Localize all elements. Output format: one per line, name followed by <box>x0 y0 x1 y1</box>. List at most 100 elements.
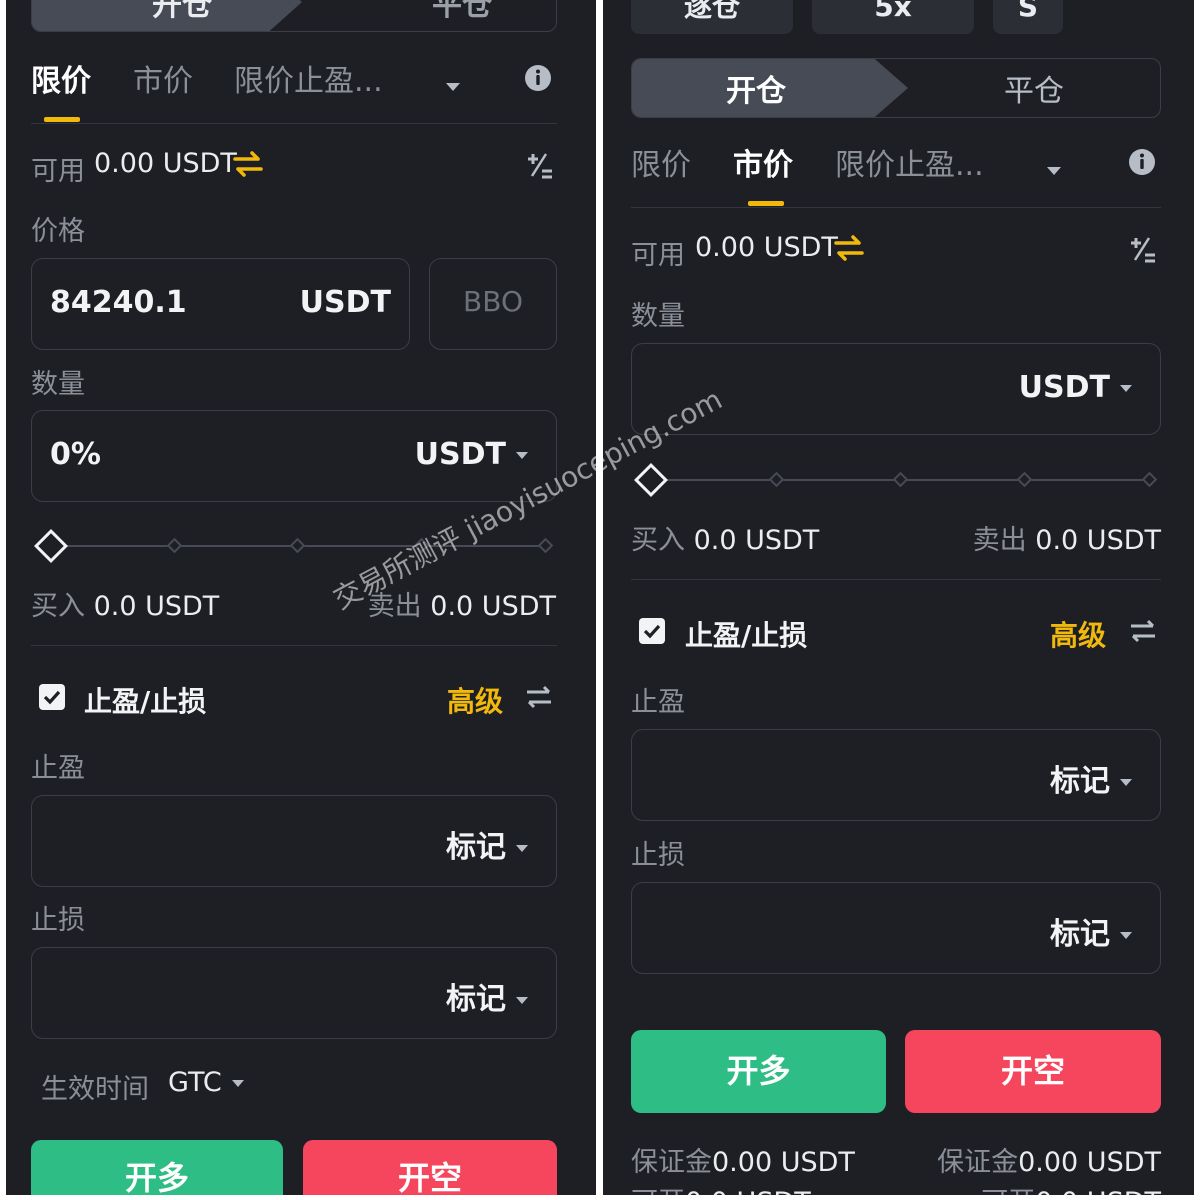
quantity-input[interactable]: 0% USDT <box>31 410 557 502</box>
bbo-button[interactable]: BBO <box>429 258 557 350</box>
take-profit-input[interactable]: 标记 <box>631 729 1161 821</box>
info-icon[interactable] <box>1128 148 1156 180</box>
tif-select[interactable]: GTC <box>168 1067 244 1098</box>
close-position-tab[interactable]: 平仓 <box>1004 66 1064 110</box>
chevron-down-icon <box>1120 932 1132 939</box>
leverage-button[interactable]: 5x <box>812 0 974 34</box>
available-value: 0.00 USDT <box>695 232 838 263</box>
open-short-button[interactable]: 开空 <box>303 1140 557 1195</box>
transfer-icon[interactable] <box>232 150 264 182</box>
position-mode-segment[interactable]: 开仓 平仓 <box>631 58 1161 118</box>
margin-long-value: 0.00 USDT <box>712 1147 855 1178</box>
open-position-tab[interactable]: 开仓 <box>726 66 786 110</box>
stop-loss-input[interactable]: 标记 <box>631 882 1161 974</box>
open-short-button[interactable]: 开空 <box>905 1030 1161 1113</box>
slider-mark-50[interactable] <box>289 537 306 554</box>
sell-label: 卖出 <box>972 525 1027 556</box>
chevron-down-icon <box>516 452 528 459</box>
slider-mark-100[interactable] <box>537 537 554 554</box>
close-position-tab[interactable]: 平仓 <box>432 0 492 24</box>
position-mode-segment[interactable]: 开仓 平仓 <box>31 0 557 32</box>
buy-value: 0.0 USDT <box>693 525 820 556</box>
tpsl-checkbox[interactable] <box>639 618 665 644</box>
tp-trigger-select[interactable]: 标记 <box>1050 756 1132 800</box>
tab-limit[interactable]: 限价 <box>31 56 91 100</box>
tpsl-label: 止盈/止损 <box>685 619 808 652</box>
margin-mode-button[interactable]: 逐仓 <box>631 0 793 34</box>
quantity-unit-select[interactable]: USDT <box>1019 370 1132 405</box>
sl-trigger-select[interactable]: 标记 <box>1050 909 1132 953</box>
sl-trigger-type: 标记 <box>446 982 506 1017</box>
price-input[interactable]: 84240.1 USDT <box>31 258 410 350</box>
swap-icon[interactable] <box>1128 617 1158 649</box>
divider <box>631 579 1161 580</box>
advanced-link[interactable]: 高级 <box>447 680 503 720</box>
calculator-icon[interactable] <box>1127 234 1157 268</box>
tp-trigger-type: 标记 <box>1050 764 1110 799</box>
open-long-button[interactable]: 开多 <box>631 1030 886 1113</box>
quantity-unit: USDT <box>414 437 506 472</box>
slider-thumb[interactable] <box>634 463 668 497</box>
sell-value: 0.0 USDT <box>1035 525 1161 556</box>
quantity-unit-select[interactable]: USDT <box>415 437 528 472</box>
stop-loss-label: 止损 <box>631 840 685 871</box>
buy-label: 买入 <box>631 525 685 556</box>
transfer-icon[interactable] <box>833 234 865 266</box>
slider-mark-50[interactable] <box>892 471 909 488</box>
price-value: 84240.1 <box>50 285 187 320</box>
chevron-down-icon <box>516 997 528 1004</box>
tab-limit[interactable]: 限价 <box>631 140 691 184</box>
chevron-down-icon <box>1120 385 1132 392</box>
buy-value: 0.0 USDT <box>93 591 220 622</box>
quantity-label: 数量 <box>631 301 685 332</box>
margin-long-label: 保证金 <box>631 1147 712 1178</box>
divider <box>631 207 1161 208</box>
open-position-tab[interactable]: 开仓 <box>152 0 212 24</box>
advanced-link[interactable]: 高级 <box>1050 614 1106 654</box>
tif-value: GTC <box>168 1067 222 1098</box>
order-type-dropdown-icon[interactable] <box>436 76 460 95</box>
calculator-icon[interactable] <box>524 150 554 184</box>
tp-trigger-type: 标记 <box>446 830 506 865</box>
max-short-label: 可开 <box>981 1187 1035 1195</box>
tab-market[interactable]: 市价 <box>733 140 793 184</box>
max-short-value: 0.0 USDT <box>1035 1187 1161 1195</box>
max-long: 可开0.0 USDT <box>631 1180 811 1195</box>
swap-icon[interactable] <box>524 683 554 715</box>
chevron-down-icon <box>1120 779 1132 786</box>
stop-loss-input[interactable]: 标记 <box>31 947 557 1039</box>
open-long-button[interactable]: 开多 <box>31 1140 283 1195</box>
divider <box>31 645 557 646</box>
bbo-label: BBO <box>463 285 523 318</box>
tpsl-label: 止盈/止损 <box>84 685 207 718</box>
sl-trigger-select[interactable]: 标记 <box>446 974 528 1018</box>
tpsl-checkbox[interactable] <box>39 684 65 710</box>
take-profit-input[interactable]: 标记 <box>31 795 557 887</box>
slider-mark-75[interactable] <box>1016 471 1033 488</box>
available-label: 可用 <box>631 240 685 271</box>
order-type-dropdown-icon[interactable] <box>1037 160 1061 179</box>
tab-limit-tpsl[interactable]: 限价止盈... <box>234 56 383 100</box>
take-profit-label: 止盈 <box>631 687 685 718</box>
slider-mark-25[interactable] <box>166 537 183 554</box>
price-unit: USDT <box>299 285 391 320</box>
max-long-value: 0.0 USDT <box>685 1187 811 1195</box>
divider <box>31 123 557 124</box>
slider-mark-100[interactable] <box>1141 471 1158 488</box>
margin-short-label: 保证金 <box>937 1147 1019 1178</box>
margin-short-value: 0.00 USDT <box>1018 1147 1161 1178</box>
buy-amount: 买入 0.0 USDT <box>31 584 219 623</box>
order-panel-market: 逐仓 5x S 开仓 平仓 限价 市价 限价止盈... 可用 0.00 USDT… <box>603 0 1194 1195</box>
mode-button[interactable]: S <box>993 0 1063 34</box>
sl-trigger-type: 标记 <box>1050 917 1110 952</box>
slider-mark-25[interactable] <box>768 471 785 488</box>
tab-active-indicator <box>748 201 784 206</box>
tab-limit-tpsl[interactable]: 限价止盈... <box>835 140 984 184</box>
info-icon[interactable] <box>524 64 552 96</box>
slider-thumb[interactable] <box>34 529 68 563</box>
take-profit-label: 止盈 <box>31 753 85 784</box>
margin-short: 保证金0.00 USDT <box>937 1140 1161 1179</box>
tp-trigger-select[interactable]: 标记 <box>446 822 528 866</box>
tab-market[interactable]: 市价 <box>133 56 193 100</box>
stop-loss-label: 止损 <box>31 905 85 936</box>
